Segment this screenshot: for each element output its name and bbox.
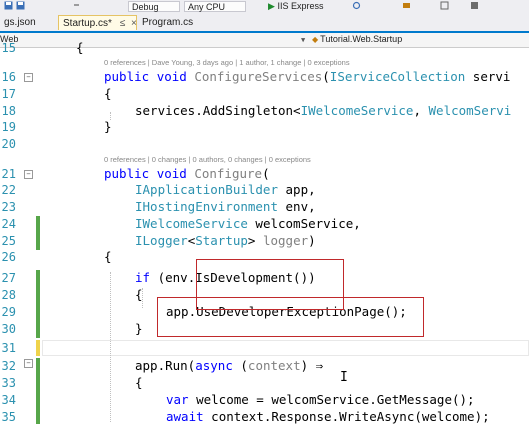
line-number: 27	[1, 271, 16, 285]
highlight-box-developer-exception-page	[157, 297, 424, 337]
change-indicator	[36, 358, 40, 424]
code-line: {	[135, 287, 143, 302]
collapse-toggle-icon[interactable]: −	[24, 73, 33, 82]
document-tab-strip: gs.json Startup.cs* ≤ × Program.cs	[0, 14, 529, 33]
line-number: 21	[1, 167, 16, 181]
tab-startup[interactable]: Startup.cs* ≤ ×	[58, 15, 137, 30]
save-icon[interactable]	[4, 1, 13, 10]
line-number: 28	[1, 288, 16, 302]
line-number: 33	[1, 376, 16, 390]
type-label: Tutorial.Web.Startup	[320, 34, 403, 44]
type-dropdown[interactable]: ◆ Tutorial.Web.Startup	[312, 33, 402, 46]
pin-icon[interactable]: ≤	[120, 18, 126, 29]
run-button[interactable]: ▶ IIS Express	[265, 1, 341, 12]
code-line: }	[135, 321, 143, 336]
undo-icon[interactable]	[72, 1, 81, 10]
toolbar-misc-icon[interactable]	[440, 1, 449, 10]
code-line: ILogger<Startup> logger)	[135, 233, 316, 248]
code-editor[interactable]: 15 16 17 18 19 20 21 22 23 24 25 26 27 2…	[0, 40, 529, 424]
code-line: services.AddSingleton<IWelcomeService, W…	[135, 103, 512, 118]
line-number: 22	[1, 183, 16, 197]
code-line: IApplicationBuilder app,	[135, 182, 316, 197]
code-line: await context.Response.WriteAsync(welcom…	[166, 409, 490, 424]
line-number: 17	[1, 87, 16, 101]
save-all-icon[interactable]	[16, 1, 25, 10]
current-line-highlight	[42, 340, 529, 356]
code-line: app.Run(async (context) ⇒	[135, 358, 324, 373]
line-number: 34	[1, 393, 16, 407]
line-number: 16	[1, 70, 16, 84]
code-line: IWelcomeService welcomService,	[135, 216, 361, 231]
chevron-down-icon[interactable]: ▼	[301, 36, 305, 44]
codelens-info[interactable]: 0 references | 0 changes | 0 authors, 0 …	[104, 155, 311, 164]
collapse-toggle-icon[interactable]: −	[24, 359, 33, 368]
tab-label: gs.json	[4, 17, 36, 28]
code-line: public void Configure(	[104, 166, 270, 181]
platform-label: Any CPU	[188, 2, 226, 12]
collapse-toggle-icon[interactable]: −	[24, 170, 33, 179]
line-number: 26	[1, 250, 16, 264]
run-label: IIS Express	[277, 1, 324, 11]
line-number: 35	[1, 410, 16, 424]
line-number-gutter: 15 16 17 18 19 20 21 22 23 24 25 26 27 2…	[0, 41, 22, 424]
browser-link-icon[interactable]	[402, 1, 411, 10]
configuration-dropdown[interactable]: Debug	[128, 1, 180, 12]
line-number: 19	[1, 120, 16, 134]
refresh-icon[interactable]	[352, 1, 361, 10]
change-indicator	[36, 270, 40, 338]
play-icon: ▶	[268, 1, 275, 11]
class-icon: ◆	[312, 35, 319, 44]
code-line: }	[104, 119, 112, 134]
text-cursor-icon: I	[340, 370, 348, 385]
line-number: 25	[1, 234, 16, 248]
code-line: {	[104, 249, 112, 264]
main-toolbar: Debug Any CPU ▶ IIS Express	[0, 0, 529, 14]
toolbar-extra-icon[interactable]	[470, 1, 479, 10]
configuration-label: Debug	[132, 2, 159, 12]
line-number: 24	[1, 217, 16, 231]
close-icon[interactable]: ×	[131, 18, 137, 29]
line-number: 30	[1, 322, 16, 336]
line-number: 15	[1, 41, 16, 55]
tab-appsettings[interactable]: gs.json	[0, 15, 55, 30]
codelens-info[interactable]: 0 references | Dave Young, 3 days ago | …	[104, 58, 350, 67]
line-number: 31	[1, 341, 16, 355]
tab-label: Startup.cs*	[63, 18, 112, 29]
platform-dropdown[interactable]: Any CPU	[184, 1, 246, 12]
line-number: 29	[1, 305, 16, 319]
line-number: 32	[1, 359, 16, 373]
code-line: {	[104, 86, 112, 101]
line-number: 18	[1, 104, 16, 118]
tab-program[interactable]: Program.cs	[138, 15, 208, 30]
line-number: 23	[1, 200, 16, 214]
unsaved-change-indicator	[36, 340, 40, 356]
indent-guide	[110, 272, 111, 422]
code-line: IHostingEnvironment env,	[135, 199, 316, 214]
code-line: public void ConfigureServices(IServiceCo…	[104, 69, 511, 84]
code-line: var welcome = welcomService.GetMessage()…	[166, 392, 475, 407]
change-indicator	[36, 216, 40, 250]
tab-label: Program.cs	[142, 17, 194, 28]
code-line: {	[135, 375, 143, 390]
line-number: 20	[1, 137, 16, 151]
code-line: {	[76, 40, 84, 55]
